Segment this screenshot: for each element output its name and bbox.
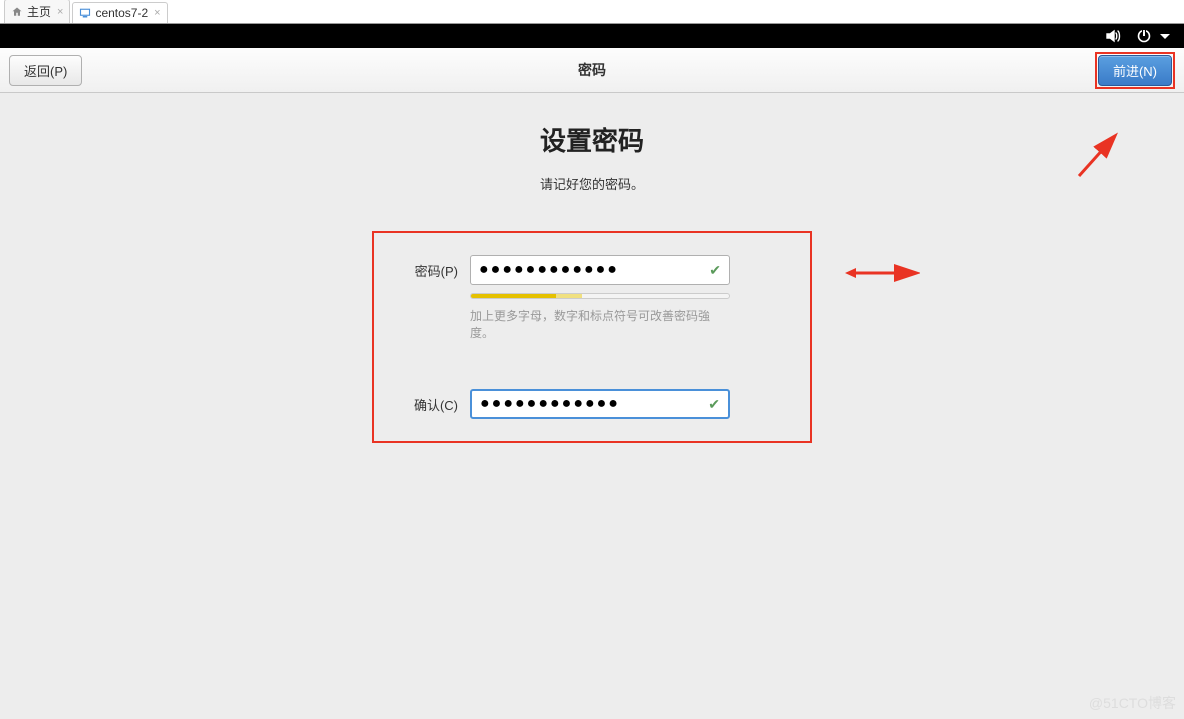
power-icon[interactable] <box>1136 28 1152 44</box>
home-icon <box>11 6 23 18</box>
vm-icon <box>79 7 91 19</box>
tab-home-label: 主页 <box>27 3 51 20</box>
check-icon: ✔ <box>709 262 721 279</box>
tab-vm-label: centos7-2 <box>95 6 148 20</box>
forward-button[interactable]: 前进(N) <box>1098 55 1172 86</box>
password-label: 密码(P) <box>396 255 458 280</box>
volume-icon[interactable] <box>1106 29 1122 43</box>
tab-vm-close-icon[interactable]: × <box>154 7 160 19</box>
dialog-title: 密码 <box>578 60 606 80</box>
password-strength-meter <box>470 293 730 299</box>
confirm-input[interactable]: ●●●●●●●●●●●● ✔ <box>470 389 730 419</box>
confirm-value: ●●●●●●●●●●●● <box>480 395 620 413</box>
dialog-header: 返回(P) 密码 前进(N) <box>0 48 1184 93</box>
annotation-arrow-side <box>840 263 920 283</box>
annotation-highlight-form: 密码(P) ●●●●●●●●●●●● ✔ 加上更多字母，数字和标点符号可改善密码… <box>372 231 812 443</box>
tab-home[interactable]: 主页 × <box>4 0 70 23</box>
tab-bar: 主页 × centos7-2 × <box>0 0 1184 24</box>
annotation-highlight-forward: 前进(N) <box>1095 52 1175 89</box>
tab-vm[interactable]: centos7-2 × <box>72 2 167 23</box>
back-button[interactable]: 返回(P) <box>9 55 82 86</box>
password-input[interactable]: ●●●●●●●●●●●● ✔ <box>470 255 730 285</box>
confirm-label: 确认(C) <box>396 389 458 414</box>
password-row: 密码(P) ●●●●●●●●●●●● ✔ 加上更多字母，数字和标点符号可改善密码… <box>396 255 788 341</box>
page-subtitle: 请记好您的密码。 <box>0 174 1184 193</box>
password-value: ●●●●●●●●●●●● <box>479 261 619 279</box>
watermark: @51CTO博客 <box>1089 693 1176 713</box>
system-tray <box>0 24 1184 48</box>
password-hint: 加上更多字母，数字和标点符号可改善密码強度。 <box>470 307 730 341</box>
confirm-row: 确认(C) ●●●●●●●●●●●● ✔ <box>396 389 788 419</box>
content-area: 设置密码 请记好您的密码。 密码(P) ●●●●●●●●●●●● ✔ 加上更多字… <box>0 93 1184 719</box>
check-icon: ✔ <box>708 396 720 413</box>
page-heading: 设置密码 <box>0 121 1184 158</box>
tab-home-close-icon[interactable]: × <box>57 6 63 18</box>
chevron-down-icon[interactable] <box>1160 34 1170 39</box>
